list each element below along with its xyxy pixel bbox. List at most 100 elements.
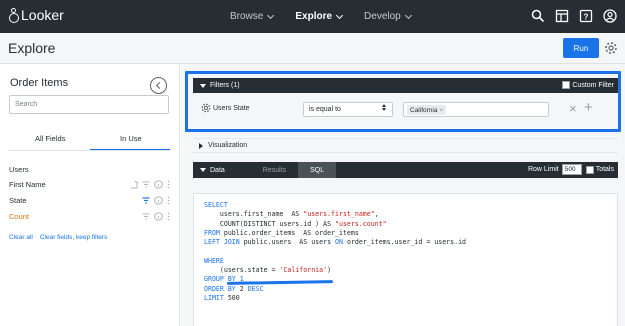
run-button[interactable]: Run xyxy=(563,38,599,58)
looker-logo[interactable]: Looker xyxy=(8,7,64,23)
info-icon[interactable] xyxy=(154,196,163,205)
nav-develop[interactable]: Develop xyxy=(364,11,412,22)
sql-line xyxy=(204,247,466,256)
svg-text:?: ? xyxy=(584,13,589,22)
annotation-highlight-box xyxy=(185,71,621,132)
collapse-sidebar-button[interactable] xyxy=(150,77,167,94)
sql-token: 'California' xyxy=(279,266,328,275)
divider xyxy=(9,150,170,151)
tab-results[interactable]: Results xyxy=(251,162,298,178)
sql-token: users.first_name AS xyxy=(204,210,304,219)
row-limit-input[interactable]: 500 xyxy=(561,164,582,175)
more-vertical-icon[interactable] xyxy=(167,212,175,221)
app-name: Looker xyxy=(21,7,64,23)
totals-checkbox[interactable] xyxy=(585,165,594,174)
help-icon[interactable]: ? xyxy=(578,8,594,24)
nav-develop-label: Develop xyxy=(364,11,401,22)
more-vertical-icon[interactable] xyxy=(167,196,175,205)
caret-right-icon xyxy=(199,142,203,149)
totals-label: Totals xyxy=(595,166,614,173)
sql-token: "users.first_name" xyxy=(303,210,375,219)
info-icon[interactable] xyxy=(154,212,163,221)
sql-line: LIMIT 500 xyxy=(204,294,466,303)
view-group-label[interactable]: Users xyxy=(9,165,29,174)
sql-token: , xyxy=(374,210,379,219)
sql-token: public.users AS users xyxy=(239,238,336,247)
page-header: Explore Run xyxy=(0,33,625,64)
filter-icon[interactable] xyxy=(142,180,150,189)
sql-line: ORDER BY 2 DESC xyxy=(204,285,466,294)
chevron-down-icon xyxy=(404,11,412,19)
info-icon[interactable] xyxy=(154,180,163,189)
sql-line: (users.state = 'California') xyxy=(204,266,466,275)
data-tabs: Data Results SQL xyxy=(193,162,337,178)
clear-fields-keep-filters-link[interactable]: Clear fields, keep filters xyxy=(40,234,108,241)
sql-line: users.first_name AS "users.first_name", xyxy=(204,210,466,219)
sql-token: order_items.user_id = users.id xyxy=(342,238,467,247)
nav-browse[interactable]: Browse xyxy=(230,11,275,22)
sql-line: SELECT xyxy=(204,201,466,210)
sql-token: "users.count" xyxy=(335,219,387,228)
sql-panel: SELECT users.first_name AS "users.first_… xyxy=(193,193,618,326)
gear-icon[interactable] xyxy=(604,41,618,55)
field-search-input[interactable]: Search xyxy=(9,95,169,114)
sql-line: COUNT(DISTINCT users.id ) AS "users.coun… xyxy=(204,220,466,229)
sql-token: ORDER BY xyxy=(204,284,236,293)
visualization-header[interactable]: Visualization xyxy=(193,138,618,153)
field-row-state[interactable]: State xyxy=(9,196,173,207)
sql-token: WHERE xyxy=(204,256,224,265)
sql-line: FROM public.order_items AS order_items xyxy=(204,229,466,238)
sql-line: WHERE xyxy=(204,257,466,266)
sql-token: public.order_items AS order_items xyxy=(219,228,359,237)
nav-explore[interactable]: Explore xyxy=(295,11,344,22)
chevron-left-icon xyxy=(155,81,164,90)
sql-token: LEFT JOIN xyxy=(204,238,240,247)
pivot-icon[interactable] xyxy=(130,180,140,189)
marketplace-icon[interactable] xyxy=(554,8,570,24)
chevron-down-icon xyxy=(336,11,344,19)
field-row-first-name[interactable]: First Name xyxy=(9,180,173,191)
caret-down-icon[interactable] xyxy=(200,168,206,172)
search-icon[interactable] xyxy=(530,8,546,24)
visualization-title: Visualization xyxy=(208,142,248,149)
sql-token: FROM xyxy=(204,228,220,237)
field-label: First Name xyxy=(9,180,46,189)
tab-all-fields[interactable]: All Fields xyxy=(35,134,65,143)
looker-logo-mark-icon xyxy=(8,7,19,23)
sql-token: 2 xyxy=(235,284,248,293)
nav-explore-label: Explore xyxy=(295,11,333,22)
tab-sql[interactable]: SQL xyxy=(298,162,337,178)
row-limit-control: Row Limit 500 Totals xyxy=(528,164,614,175)
field-label: State xyxy=(9,196,27,205)
sql-token: DESC xyxy=(247,284,264,293)
field-label: Count xyxy=(9,212,30,221)
row-limit-label: Row Limit xyxy=(527,166,559,173)
explore-name: Order Items xyxy=(10,77,69,89)
sql-token: ) xyxy=(327,266,332,275)
user-icon[interactable] xyxy=(602,8,618,24)
filter-active-icon[interactable] xyxy=(142,196,150,205)
more-vertical-icon[interactable] xyxy=(167,180,175,189)
sql-token: 500 xyxy=(223,293,240,302)
sql-code: SELECT users.first_name AS "users.first_… xyxy=(204,201,466,303)
sql-token: ON xyxy=(335,238,343,247)
field-picker-sidebar: Order Items Search All Fields In Use Use… xyxy=(0,64,180,326)
filter-icon[interactable] xyxy=(142,212,150,221)
sidebar-links: Clear all Clear fields, keep filters xyxy=(9,234,114,241)
sql-token: LIMIT xyxy=(204,293,224,302)
nav-icons: ? xyxy=(522,8,618,24)
page-title: Explore xyxy=(8,40,56,56)
sql-token: SELECT xyxy=(204,201,228,209)
sql-token: COUNT(DISTINCT users.id ) AS xyxy=(204,219,336,228)
data-title[interactable]: Data xyxy=(210,162,251,178)
tab-in-use[interactable]: In Use xyxy=(120,134,142,143)
clear-all-link[interactable]: Clear all xyxy=(9,234,33,241)
data-header: Data Results SQL Row Limit 500 Totals xyxy=(193,162,618,178)
field-row-count[interactable]: Count xyxy=(9,212,173,223)
nav-browse-label: Browse xyxy=(230,11,264,22)
top-nav: Looker Browse Explore Develop ? xyxy=(0,0,625,33)
main-nav: Browse Explore Develop xyxy=(230,11,433,22)
chevron-down-icon xyxy=(267,11,275,19)
sql-line: LEFT JOIN public.users AS users ON order… xyxy=(204,238,466,247)
sql-token: (users.state = xyxy=(204,266,280,275)
